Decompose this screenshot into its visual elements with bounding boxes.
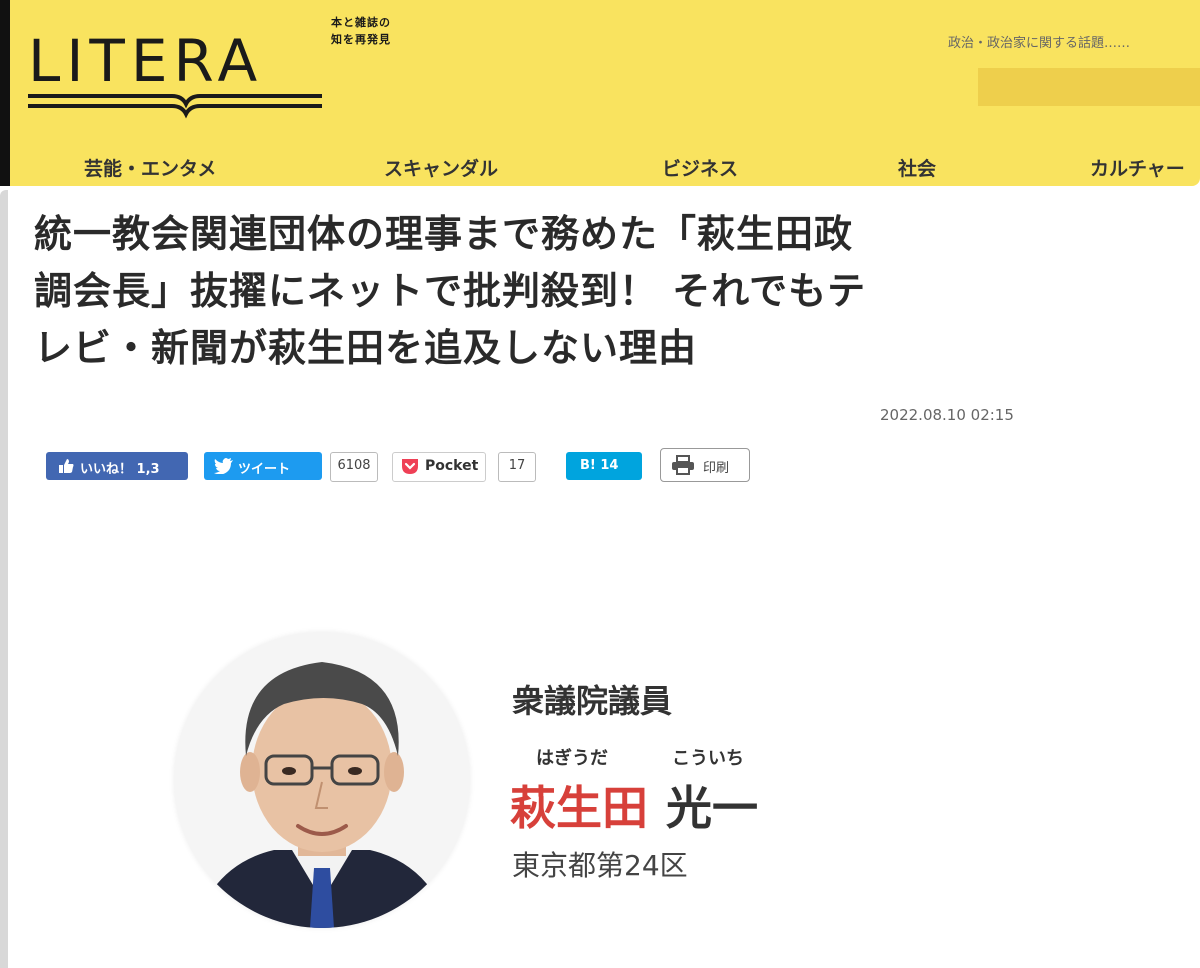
tweet-button[interactable]: ツイート: [204, 452, 322, 480]
facebook-like-label: いいね！ 1,3: [80, 462, 160, 477]
given-name-reading: こういち: [672, 748, 744, 769]
pocket-label: Pocket: [425, 458, 479, 474]
article-title-line-2: 調会長」抜擢にネットで批判殺到！ それでもテ: [34, 269, 867, 313]
tagline-line-2: 知を再発見: [331, 33, 391, 46]
hatena-label: B! 14: [580, 458, 619, 473]
politician-role: 衆議院議員: [512, 682, 673, 720]
search-input[interactable]: [978, 68, 1200, 106]
header-topic-note: 政治・政治家に関する話題……: [948, 36, 1131, 51]
nav-item-business[interactable]: ビジネス: [662, 154, 738, 181]
politician-surname: 萩生田: [510, 781, 648, 835]
pocket-icon: [402, 459, 418, 474]
twitter-bird-icon: [214, 458, 233, 474]
site-header: LITERA 本と雑誌の 知を再発見 政治・政治家に関する話題…… 芸能・エンタ…: [0, 0, 1200, 186]
print-label: 印刷: [703, 461, 730, 476]
article-title: 統一教会関連団体の理事まで務めた「萩生田政 調会長」抜擢にネットで批判殺到！ そ…: [34, 206, 1034, 377]
tweet-label: ツイート: [238, 462, 291, 477]
nav-item-society[interactable]: 社会: [898, 154, 936, 181]
pocket-button[interactable]: Pocket: [392, 452, 486, 482]
logo-text: LITERA: [28, 27, 264, 95]
nav-item-entertainment[interactable]: 芸能・エンタメ: [84, 154, 216, 181]
article-date: 2022.08.10 02:15: [880, 406, 1014, 424]
site-logo[interactable]: LITERA: [22, 10, 352, 122]
printer-icon: [672, 455, 694, 475]
facebook-like-button[interactable]: いいね！ 1,3: [46, 452, 188, 480]
pocket-count: 17: [498, 452, 536, 482]
article-title-line-3: レビ・新聞が萩生田を追及しない理由: [34, 326, 698, 370]
tweet-count: 6108: [330, 452, 378, 482]
nav-item-scandal[interactable]: スキャンダル: [384, 154, 498, 181]
print-button[interactable]: 印刷: [660, 448, 750, 482]
hatena-bookmark-button[interactable]: B! 14: [566, 452, 642, 480]
tagline-line-1: 本と雑誌の: [331, 16, 391, 29]
nav-item-culture[interactable]: カルチャー: [1090, 154, 1185, 181]
category-nav: 芸能・エンタメ スキャンダル ビジネス 社会 カルチャー: [0, 148, 1200, 184]
politician-given-name: 光一: [666, 781, 758, 835]
politician-portrait: [174, 632, 470, 928]
article-left-edge: [0, 190, 8, 968]
politician-district: 東京都第24区: [512, 849, 688, 882]
surname-reading: はぎうだ: [536, 748, 608, 769]
portrait-illustration: [174, 632, 470, 928]
article-title-line-1: 統一教会関連団体の理事まで務めた「萩生田政: [34, 212, 854, 256]
thumbs-up-icon: [59, 459, 74, 473]
site-tagline: 本と雑誌の 知を再発見: [331, 14, 391, 48]
